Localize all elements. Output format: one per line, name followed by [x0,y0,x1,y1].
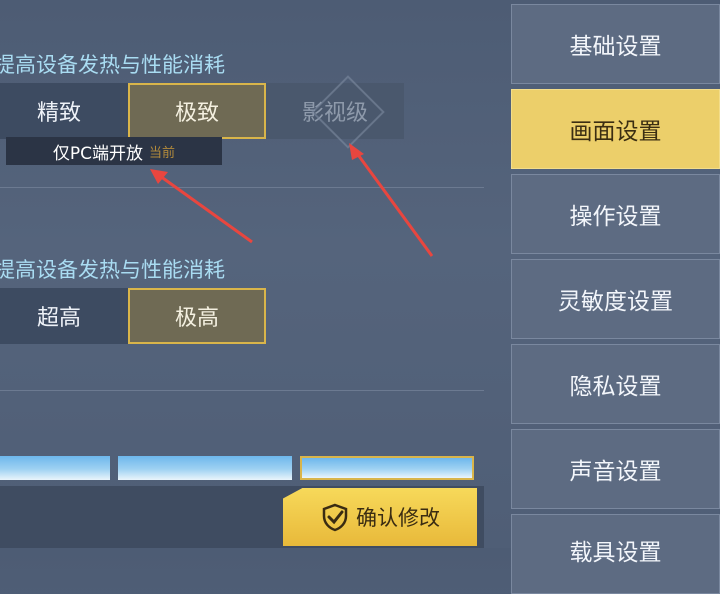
style-thumbnail[interactable] [118,456,292,480]
framerate-option-super-high[interactable]: 超高 [0,288,128,344]
confirm-changes-button[interactable]: 确认修改 [283,488,477,546]
style-thumbnails [0,456,474,480]
quality-option-fine[interactable]: 精致 [0,83,128,139]
style-thumbnail[interactable] [0,456,110,480]
sidebar-item-controls[interactable]: 操作设置 [511,174,720,254]
annotation-arrow-cinematic [354,151,434,257]
quality-option-ultimate[interactable]: 极致 [128,83,266,139]
quality-note: 提高设备发热与性能消耗 [0,53,225,77]
check-shield-icon [322,503,348,532]
tooltip-current-tag: 当前 [149,145,176,161]
settings-sidebar: 基础设置 画面设置 操作设置 灵敏度设置 隐私设置 声音设置 载具设置 [511,0,720,594]
framerate-option-extreme[interactable]: 极高 [128,288,266,344]
pc-only-tooltip: 仅PC端开放 当前 [6,137,222,165]
framerate-note: 提高设备发热与性能消耗 [0,258,225,282]
annotation-arrowhead-tooltip [150,169,168,184]
annotation-arrow-tooltip [159,174,253,244]
confirm-label: 确认修改 [356,506,440,530]
tooltip-text: 仅PC端开放 [52,143,144,164]
annotation-arrowhead-cinematic [349,143,364,160]
section-divider [0,390,484,391]
sidebar-item-basic[interactable]: 基础设置 [511,4,720,84]
style-thumbnail-selected[interactable] [300,456,474,480]
sidebar-item-privacy[interactable]: 隐私设置 [511,344,720,424]
section-divider [0,187,484,188]
sidebar-item-graphics[interactable]: 画面设置 [511,89,720,169]
graphics-settings-panel: 提高设备发热与性能消耗 精致 极致 影视级 仅PC端开放 当前 提高设备发热与性… [0,0,505,548]
sidebar-item-sensitivity[interactable]: 灵敏度设置 [511,259,720,339]
sidebar-item-sound[interactable]: 声音设置 [511,429,720,509]
sidebar-item-vehicle[interactable]: 载具设置 [511,514,720,594]
